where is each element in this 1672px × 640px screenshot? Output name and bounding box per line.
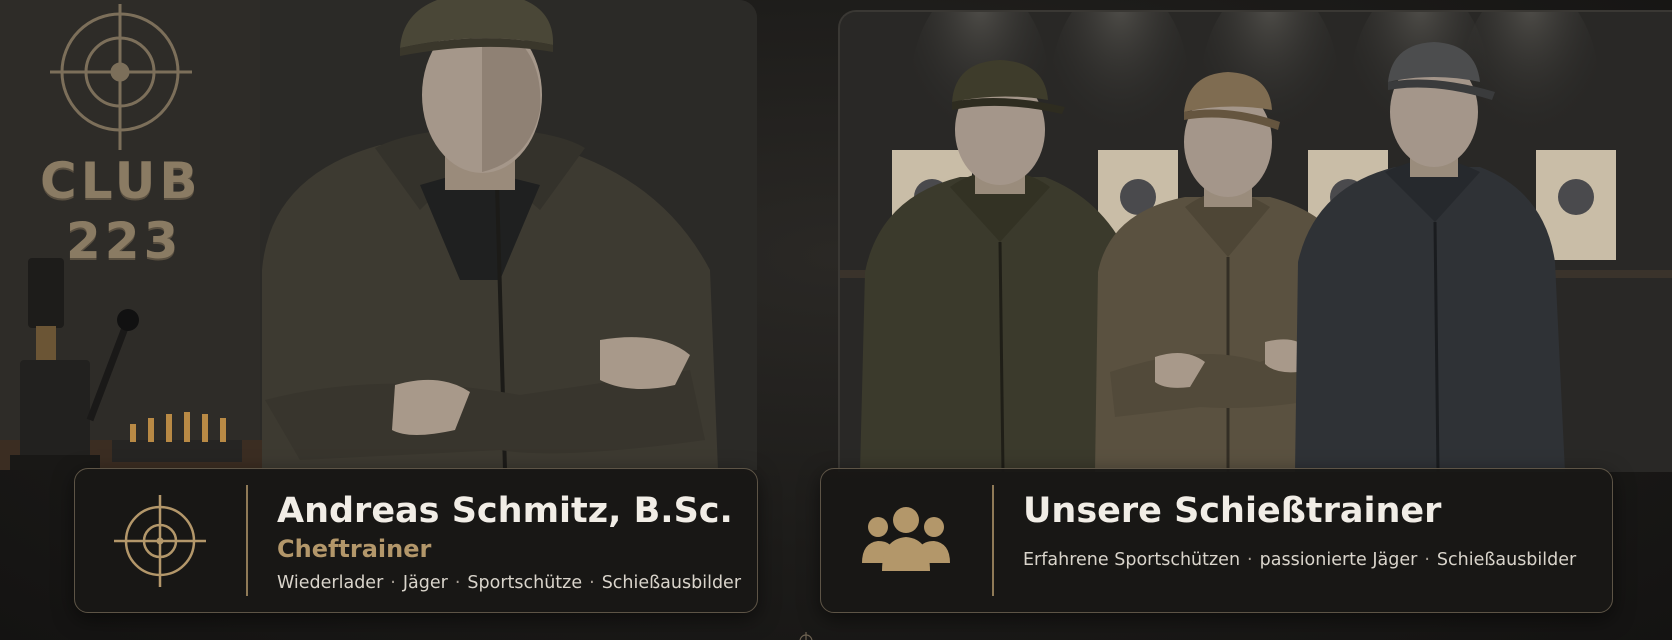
- group-people-icon: [821, 469, 991, 612]
- card-divider: [992, 485, 994, 596]
- tag-item: Schießausbilder: [1436, 550, 1577, 570]
- separator-dot: ·: [454, 573, 461, 593]
- separator-dot: ·: [390, 573, 396, 593]
- head-trainer-role: Cheftrainer: [277, 535, 432, 563]
- tag-item: Schießausbilder: [601, 573, 742, 593]
- separator-dot: ·: [589, 573, 595, 593]
- team-photo: [838, 10, 1672, 472]
- tag-item: Sportschütze: [467, 573, 583, 593]
- head-trainer-tags: Wiederlader · Jäger · Sportschütze · Schießaus…: [277, 573, 741, 593]
- separator-dot: ·: [1424, 550, 1430, 570]
- tag-item: Jäger: [402, 573, 448, 593]
- head-trainer-text: Andreas Schmitz, B.Sc. Cheftrainer Wiede…: [277, 469, 747, 612]
- team-title: Unsere Schießtrainer: [1023, 491, 1442, 531]
- trainer-showcase: CLUB 223 Andreas Schmitz, B.Sc. Cheftrai…: [0, 0, 1672, 640]
- tag-item: passionierte Jäger: [1259, 550, 1418, 570]
- crosshair-icon: [75, 469, 245, 612]
- head-trainer-photo: CLUB 223: [0, 0, 757, 470]
- tag-item: Erfahrene Sportschützen: [1023, 550, 1241, 570]
- head-trainer-name: Andreas Schmitz, B.Sc.: [277, 491, 733, 531]
- team-text: Unsere Schießtrainer Erfahrene Sportschü…: [1023, 469, 1602, 612]
- separator-dot: ·: [1247, 550, 1253, 570]
- team-tags: Erfahrene Sportschützen · passionierte Jäg…: [1023, 550, 1576, 570]
- team-card: Unsere Schießtrainer Erfahrene Sportschü…: [820, 468, 1613, 613]
- head-trainer-card: Andreas Schmitz, B.Sc. Cheftrainer Wiede…: [74, 468, 758, 613]
- wall-sign-club: CLUB: [40, 152, 202, 210]
- bottom-crosshair-icon: [799, 632, 813, 640]
- wall-sign-number: 223: [66, 212, 183, 270]
- tag-item: Wiederlader: [277, 573, 384, 593]
- card-divider: [246, 485, 248, 596]
